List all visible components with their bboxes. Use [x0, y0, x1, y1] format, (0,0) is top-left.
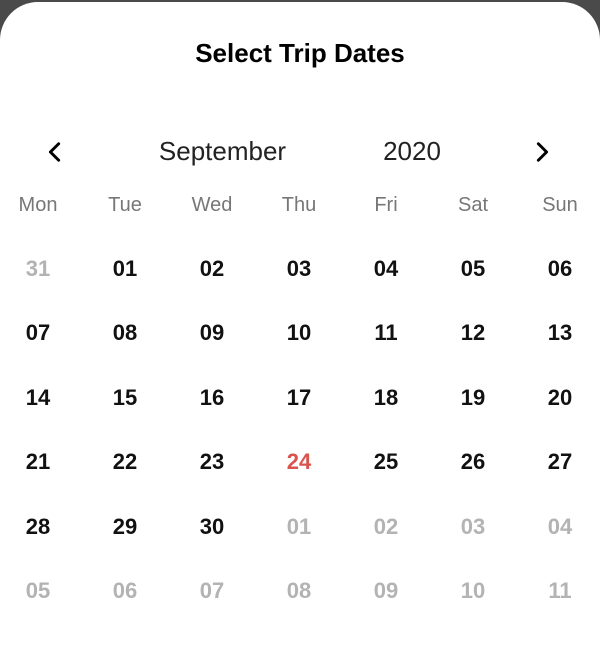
day-cell[interactable]: 05 [438, 252, 508, 286]
year-label[interactable]: 2020 [362, 136, 462, 167]
next-month-button[interactable] [522, 132, 562, 172]
day-cell[interactable]: 10 [264, 316, 334, 350]
day-cell[interactable]: 25 [351, 445, 421, 479]
day-cell[interactable]: 11 [351, 316, 421, 350]
day-cell[interactable]: 20 [525, 381, 595, 415]
day-cell[interactable]: 29 [90, 510, 160, 544]
day-cell[interactable]: 08 [90, 316, 160, 350]
chevron-right-icon [536, 142, 549, 162]
day-cell[interactable]: 01 [264, 510, 334, 544]
day-cell[interactable]: 02 [177, 252, 247, 286]
weekday-label: Sat [457, 194, 489, 216]
day-cell[interactable]: 18 [351, 381, 421, 415]
day-cell[interactable]: 28 [3, 510, 73, 544]
day-cell[interactable]: 02 [351, 510, 421, 544]
day-cell[interactable]: 22 [90, 445, 160, 479]
month-label[interactable]: September [140, 136, 305, 167]
day-cell-today[interactable]: 24 [264, 445, 334, 479]
day-cell[interactable]: 30 [177, 510, 247, 544]
day-cell[interactable]: 31 [3, 252, 73, 286]
day-cell[interactable]: 03 [264, 252, 334, 286]
day-cell[interactable]: 06 [525, 252, 595, 286]
day-cell[interactable]: 09 [351, 574, 421, 608]
date-picker-sheet: Select Trip Dates September 2020 Mon Tue… [0, 2, 600, 667]
day-cell[interactable]: 19 [438, 381, 508, 415]
chevron-left-icon [48, 142, 61, 162]
day-cell[interactable]: 14 [3, 381, 73, 415]
day-cell[interactable]: 15 [90, 381, 160, 415]
weekday-header: Mon Tue Wed Thu Fri Sat Sun [0, 194, 600, 222]
day-cell[interactable]: 10 [438, 574, 508, 608]
weekday-label: Tue [108, 194, 142, 216]
day-cell[interactable]: 08 [264, 574, 334, 608]
day-cell[interactable]: 07 [177, 574, 247, 608]
weekday-label: Sun [542, 194, 578, 216]
day-cell[interactable]: 11 [525, 574, 595, 608]
previous-month-button[interactable] [35, 132, 75, 172]
day-cell[interactable]: 13 [525, 316, 595, 350]
day-cell[interactable]: 03 [438, 510, 508, 544]
day-cell[interactable]: 07 [3, 316, 73, 350]
day-cell[interactable]: 05 [3, 574, 73, 608]
day-cell[interactable]: 01 [90, 252, 160, 286]
weekday-label: Wed [191, 194, 233, 216]
day-cell[interactable]: 04 [525, 510, 595, 544]
month-navigation: September 2020 [0, 132, 600, 172]
weekday-label: Thu [281, 194, 317, 216]
day-cell[interactable]: 09 [177, 316, 247, 350]
day-cell[interactable]: 26 [438, 445, 508, 479]
day-cell[interactable]: 21 [3, 445, 73, 479]
weekday-label: Fri [374, 194, 398, 216]
dialog-title: Select Trip Dates [195, 38, 405, 68]
day-cell[interactable]: 04 [351, 252, 421, 286]
day-cell[interactable]: 17 [264, 381, 334, 415]
day-cell[interactable]: 27 [525, 445, 595, 479]
weekday-label: Mon [18, 194, 58, 216]
day-cell[interactable]: 16 [177, 381, 247, 415]
day-cell[interactable]: 06 [90, 574, 160, 608]
day-cell[interactable]: 23 [177, 445, 247, 479]
day-cell[interactable]: 12 [438, 316, 508, 350]
